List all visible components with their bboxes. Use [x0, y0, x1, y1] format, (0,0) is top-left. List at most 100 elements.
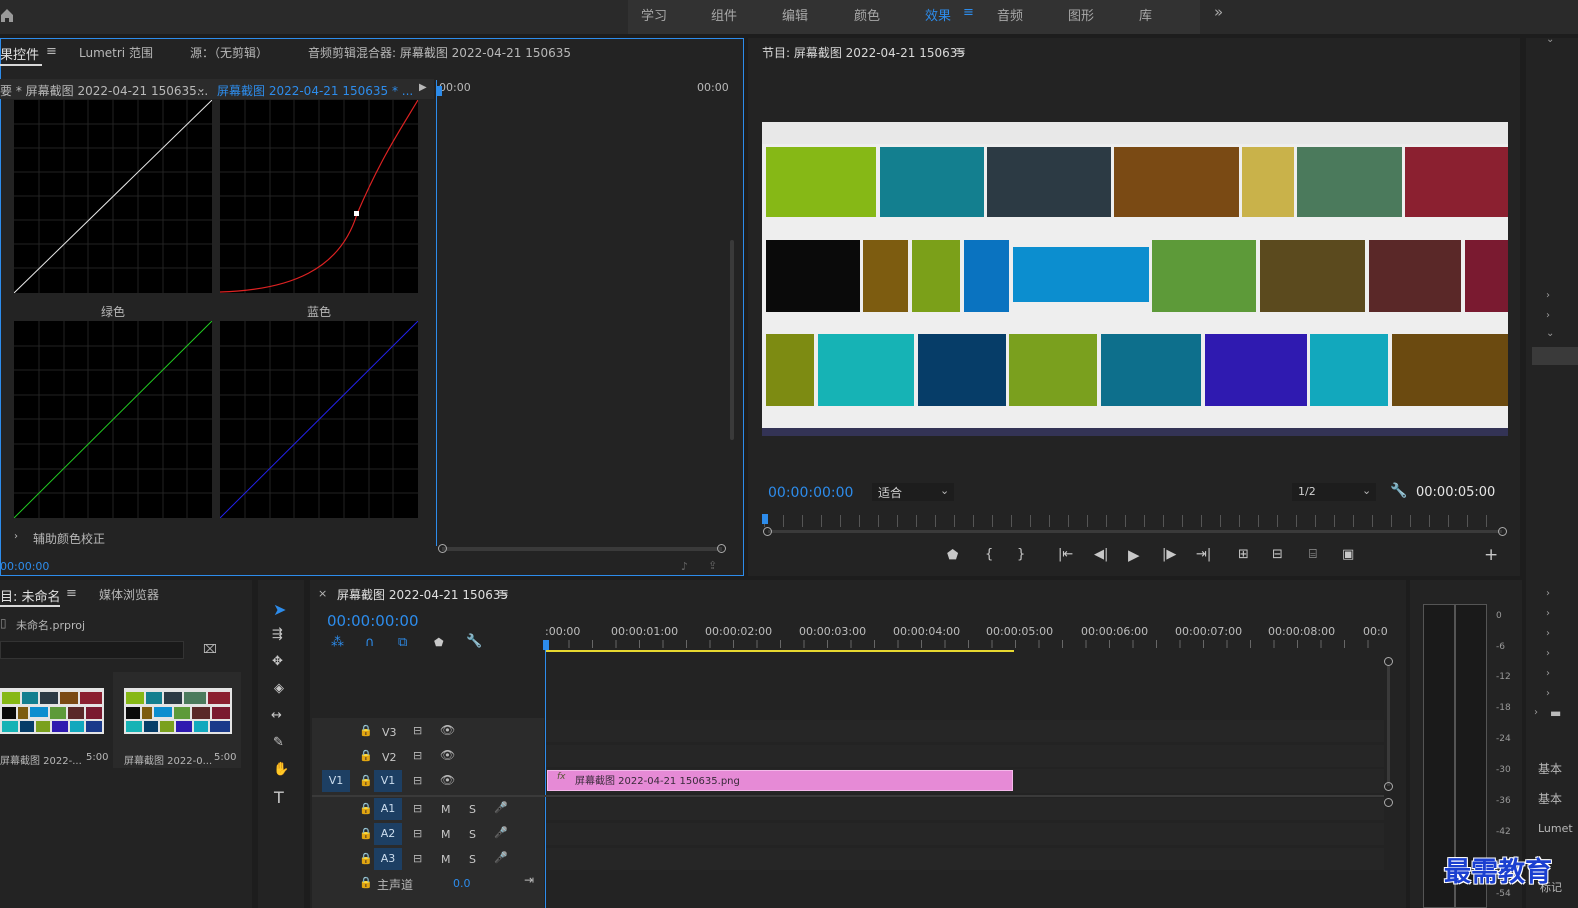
timeline-playhead-head[interactable]: [543, 640, 549, 650]
microphone-icon[interactable]: 🎤: [494, 801, 508, 814]
compare-icon[interactable]: ▣: [1342, 547, 1354, 562]
program-monitor-menu-icon[interactable]: ≡: [955, 44, 966, 59]
program-zoom-bar[interactable]: [768, 530, 1502, 533]
play-triangle-icon[interactable]: ▶: [419, 82, 427, 93]
chevron-down-icon[interactable]: ⌄: [1362, 484, 1371, 497]
mute-button[interactable]: M: [441, 853, 451, 866]
vertical-scrollbar[interactable]: [730, 240, 734, 440]
timeline-vscroll-handle[interactable]: [1384, 798, 1393, 807]
razor-tool-icon[interactable]: ◈: [274, 681, 284, 696]
workspace-graphics[interactable]: 图形: [1068, 5, 1094, 24]
nest-icon[interactable]: ⁂: [331, 635, 344, 650]
solo-button[interactable]: S: [469, 853, 476, 866]
eye-icon[interactable]: 👁: [440, 748, 455, 762]
solo-button[interactable]: S: [469, 828, 476, 841]
track-v3[interactable]: V3: [382, 726, 397, 739]
go-to-out-icon[interactable]: ⇥|: [1196, 547, 1211, 562]
lock-icon[interactable]: 🔒: [359, 876, 373, 889]
timeline-vscroll-track[interactable]: [1387, 666, 1390, 786]
scroll-handle-left[interactable]: [763, 527, 772, 536]
add-marker-icon[interactable]: ⬟: [434, 636, 444, 649]
workspace-learn[interactable]: 学习: [641, 5, 667, 24]
home-icon[interactable]: [0, 6, 14, 24]
track-select-tool-icon[interactable]: ⇶: [272, 627, 283, 642]
wrench-icon[interactable]: 🔧: [466, 634, 482, 649]
workspace-effects[interactable]: 效果: [925, 5, 951, 24]
track-row-a1[interactable]: [546, 798, 1384, 820]
effect-controls-timecode[interactable]: 00:00:00: [0, 560, 49, 573]
snap-icon[interactable]: ∩: [365, 635, 375, 650]
timeline-close-icon[interactable]: ×: [318, 587, 327, 600]
work-area-bar[interactable]: [545, 650, 1014, 652]
program-scrub-ruler[interactable]: [764, 515, 1504, 527]
project-search-input[interactable]: [0, 641, 184, 659]
curve-graph-green[interactable]: [14, 321, 212, 518]
mark-in-icon[interactable]: {: [985, 547, 993, 562]
workspace-more-icon[interactable]: »: [1214, 3, 1223, 21]
solo-button[interactable]: S: [469, 803, 476, 816]
source-clip-name[interactable]: 要 * 屏幕截图 2022-04-21 150635...: [0, 82, 208, 99]
microphone-icon[interactable]: 🎤: [494, 851, 508, 864]
workspace-libraries[interactable]: 库: [1139, 5, 1152, 24]
chevron-right-icon[interactable]: ›: [1534, 707, 1538, 718]
chevron-down-icon[interactable]: ⌄: [1546, 328, 1554, 339]
program-timecode[interactable]: 00:00:00:00: [768, 485, 853, 501]
track-row-a3[interactable]: [546, 848, 1384, 870]
curve-graph-blue[interactable]: [220, 321, 418, 518]
camera-icon[interactable]: ⌸: [1309, 547, 1317, 562]
source-patch-v1[interactable]: V1: [322, 770, 350, 792]
curve-graph-red[interactable]: [220, 100, 418, 293]
sync-lock-icon[interactable]: ⊟: [413, 774, 422, 787]
workspace-effects-menu-icon[interactable]: ≡: [963, 5, 974, 20]
ripple-edit-tool-icon[interactable]: ✥: [272, 654, 283, 669]
lift-icon[interactable]: ⊞: [1238, 547, 1249, 562]
lock-icon[interactable]: 🔒: [359, 774, 373, 787]
scroll-handle-right[interactable]: [717, 544, 726, 553]
workspace-color[interactable]: 颜色: [854, 5, 880, 24]
chevron-right-icon[interactable]: ›: [1546, 588, 1550, 599]
type-tool-icon[interactable]: T: [274, 788, 284, 807]
sync-lock-icon[interactable]: ⊟: [413, 802, 422, 815]
chevron-right-icon[interactable]: ›: [1546, 668, 1550, 679]
chevron-right-icon[interactable]: ›: [1546, 290, 1550, 301]
hand-tool-icon[interactable]: ✋: [273, 762, 289, 777]
chevron-right-icon[interactable]: ›: [1546, 688, 1550, 699]
microphone-icon[interactable]: 🎤: [494, 826, 508, 839]
timeline-vscroll-handle[interactable]: [1384, 657, 1393, 666]
go-to-end-icon[interactable]: ⇥: [524, 873, 534, 887]
workspace-audio[interactable]: 音频: [997, 5, 1023, 24]
selection-tool-icon[interactable]: ➤: [273, 600, 286, 619]
lock-icon[interactable]: 🔒: [359, 749, 373, 762]
right-panel-item[interactable]: 基本: [1538, 790, 1562, 807]
lock-icon[interactable]: 🔒: [359, 724, 373, 737]
track-row-v2[interactable]: [546, 745, 1384, 767]
mini-timeline-playhead[interactable]: [436, 86, 442, 96]
linked-selection-icon[interactable]: ⧉: [398, 635, 407, 650]
mute-button[interactable]: M: [441, 828, 451, 841]
sequence-clip-name[interactable]: 屏幕截图 2022-04-21 150635 * ...: [217, 82, 413, 99]
tab-lumetri-scopes[interactable]: Lumetri 范围: [79, 44, 153, 61]
folder-icon[interactable]: ▬: [1550, 706, 1561, 720]
add-button[interactable]: +: [1484, 545, 1498, 565]
workspace-assembly[interactable]: 组件: [711, 5, 737, 24]
chevron-down-icon[interactable]: ⌄: [196, 81, 206, 95]
pen-tool-icon[interactable]: ✎: [273, 735, 284, 750]
timeline-ruler-ticks[interactable]: [545, 640, 1385, 648]
track-row-v3[interactable]: [546, 720, 1384, 742]
timeline-vscroll-handle[interactable]: [1384, 782, 1393, 791]
sync-lock-icon[interactable]: ⊟: [413, 852, 422, 865]
sync-lock-icon[interactable]: ⊟: [413, 827, 422, 840]
chevron-down-icon[interactable]: ⌄: [940, 484, 949, 497]
track-v2[interactable]: V2: [382, 751, 397, 764]
sync-lock-icon[interactable]: ⊟: [413, 724, 422, 737]
track-a1[interactable]: A1: [374, 798, 402, 820]
go-to-in-icon[interactable]: |⇤: [1058, 547, 1073, 562]
new-bin-icon[interactable]: ⌧: [203, 642, 217, 656]
project-menu-icon[interactable]: ≡: [66, 586, 77, 601]
secondary-color-correction[interactable]: 辅助颜色校正: [33, 530, 105, 547]
step-back-icon[interactable]: ◀|: [1094, 547, 1108, 562]
chevron-right-icon[interactable]: ›: [1546, 648, 1550, 659]
chevron-right-icon[interactable]: ›: [1546, 310, 1550, 321]
lock-icon[interactable]: 🔒: [359, 827, 373, 840]
scroll-handle-right[interactable]: [1498, 527, 1507, 536]
